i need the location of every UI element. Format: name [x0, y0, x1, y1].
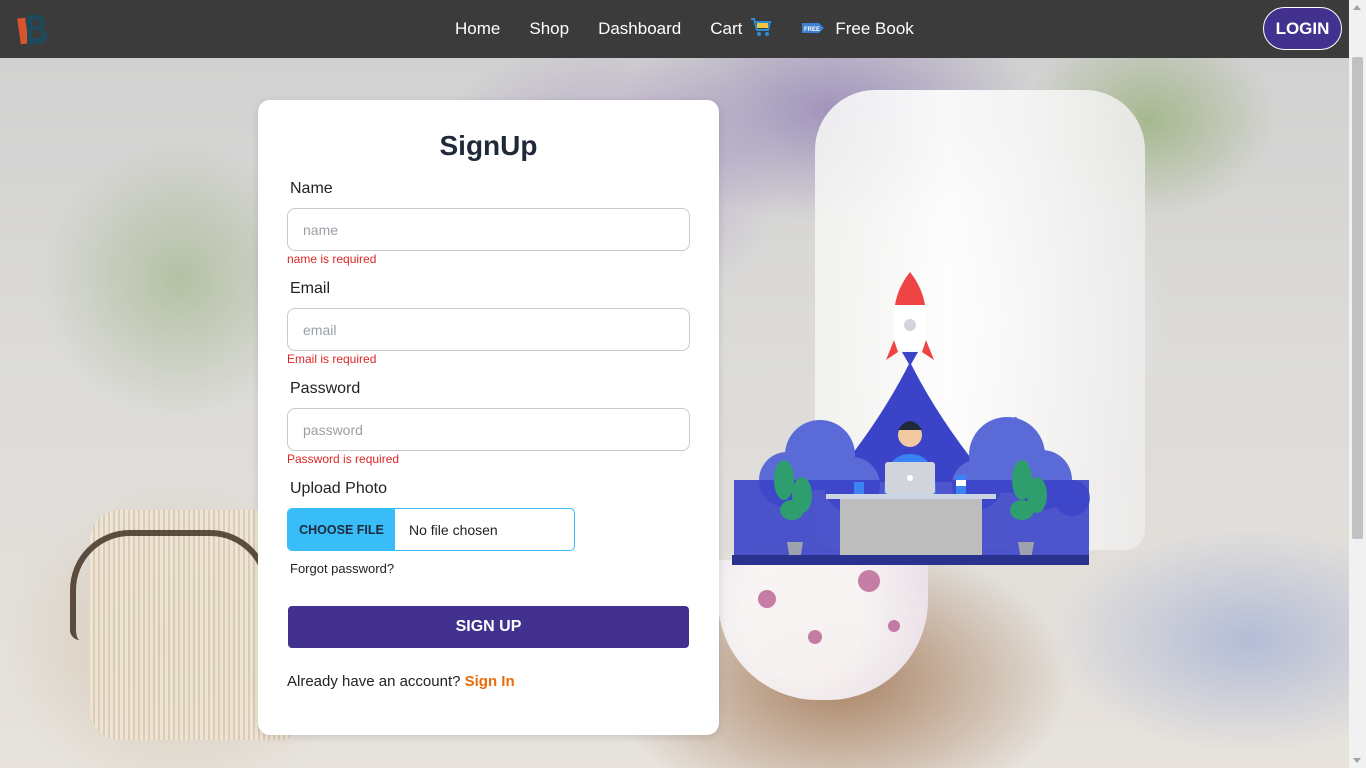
- nav-shop[interactable]: Shop: [529, 19, 569, 39]
- name-label: Name: [290, 180, 333, 197]
- top-navbar: Home Shop Dashboard Cart FREE Free Book …: [0, 0, 1349, 58]
- startup-illustration: [732, 270, 1092, 570]
- cart-icon: [750, 17, 772, 42]
- password-error: Password is required: [287, 452, 400, 466]
- background-cup: [718, 560, 928, 700]
- upload-photo-label: Upload Photo: [290, 480, 387, 497]
- signup-button[interactable]: SIGN UP: [288, 606, 689, 648]
- signup-card: SignUp Name name is required Email Email…: [258, 100, 719, 735]
- background-glasses: [70, 530, 270, 640]
- signin-prompt: Already have an account? Sign In: [287, 673, 515, 690]
- choose-file-button[interactable]: CHOOSE FILE: [288, 509, 395, 550]
- login-button[interactable]: LOGIN: [1263, 7, 1342, 50]
- photo-file-input[interactable]: CHOOSE FILE No file chosen: [287, 508, 575, 551]
- nav-free-book-label: Free Book: [835, 19, 914, 38]
- password-input[interactable]: [287, 408, 690, 451]
- brand-logo[interactable]: [17, 12, 49, 46]
- email-label: Email: [290, 280, 331, 297]
- password-label: Password: [290, 380, 361, 397]
- account-prompt-text: Already have an account?: [287, 673, 461, 690]
- scroll-down-arrow-icon[interactable]: [1353, 758, 1361, 763]
- file-status: No file chosen: [409, 521, 498, 538]
- nav-cart-label: Cart: [710, 19, 743, 38]
- signup-title: SignUp: [439, 130, 538, 161]
- rocket-icon: [886, 272, 934, 366]
- free-tag-icon: FREE: [801, 19, 825, 39]
- nav-dashboard-label: Dashboard: [598, 19, 682, 38]
- page-scrollbar[interactable]: [1349, 0, 1366, 768]
- free-tag-text: FREE: [804, 27, 820, 33]
- email-error: Email is required: [287, 352, 377, 366]
- nav-links: Home Shop Dashboard Cart FREE Free Book: [455, 0, 943, 58]
- nav-shop-label: Shop: [529, 19, 570, 38]
- nav-dashboard[interactable]: Dashboard: [598, 19, 681, 39]
- nav-free-book[interactable]: FREE Free Book: [801, 19, 914, 39]
- nav-cart[interactable]: Cart: [710, 17, 772, 42]
- scroll-thumb[interactable]: [1352, 57, 1363, 539]
- nav-home[interactable]: Home: [455, 19, 500, 39]
- signin-link[interactable]: Sign In: [465, 673, 515, 690]
- name-error: name is required: [287, 252, 377, 266]
- email-input[interactable]: [287, 308, 690, 351]
- name-input[interactable]: [287, 208, 690, 251]
- scroll-up-arrow-icon[interactable]: [1353, 5, 1361, 10]
- nav-home-label: Home: [455, 19, 501, 38]
- forgot-password-link[interactable]: Forgot password?: [290, 561, 394, 576]
